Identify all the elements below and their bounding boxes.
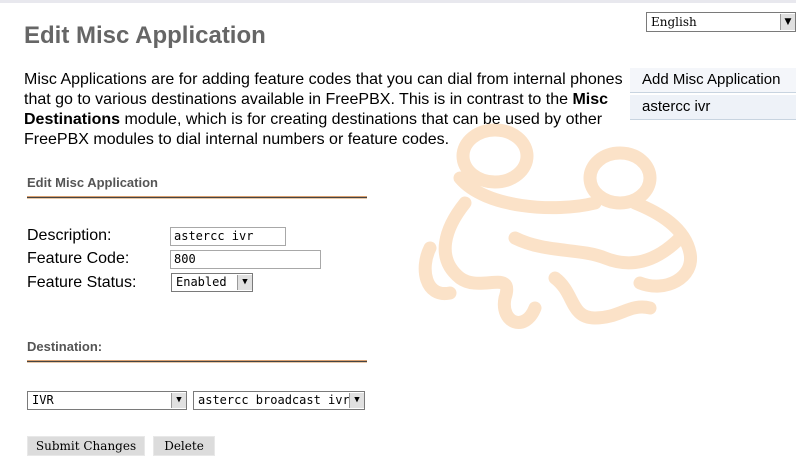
edit-section-title: Edit Misc Application [27, 175, 158, 190]
feature-status-value: Enabled [176, 275, 227, 289]
description-text-1: Misc Applications are for adding feature… [24, 71, 623, 108]
sidebar-item-add-misc-application[interactable]: Add Misc Application [630, 68, 796, 93]
chevron-down-icon[interactable]: ▼ [349, 393, 364, 408]
destination-section-title: Destination: [27, 339, 103, 354]
top-rule [0, 0, 796, 3]
feature-code-input[interactable]: 800 [170, 250, 321, 269]
chevron-down-icon[interactable]: ▼ [171, 393, 186, 408]
description-input[interactable]: astercc ivr [170, 227, 286, 246]
page-title: Edit Misc Application [24, 22, 266, 49]
destination-target-select[interactable]: astercc broadcast ivr ▼ [193, 391, 365, 410]
destination-type-select[interactable]: IVR ▼ [27, 391, 187, 410]
section-divider [27, 196, 367, 199]
destination-type-value: IVR [32, 393, 54, 407]
freepbx-frog-watermark [418, 123, 697, 329]
chevron-down-icon[interactable]: ▼ [780, 14, 795, 30]
feature-status-label: Feature Status: [27, 274, 137, 291]
page-description: Misc Applications are for adding feature… [24, 70, 624, 150]
section-divider [27, 360, 367, 363]
language-select-value: English [651, 15, 697, 29]
delete-button[interactable]: Delete [153, 436, 215, 456]
description-label: Description: [27, 227, 112, 244]
chevron-down-icon[interactable]: ▼ [237, 275, 252, 290]
sidebar-item-astercc-ivr[interactable]: astercc ivr [630, 95, 796, 120]
sidebar-nav: Add Misc Application astercc ivr [630, 68, 796, 122]
feature-code-label: Feature Code: [27, 250, 130, 267]
feature-status-select[interactable]: Enabled ▼ [171, 273, 253, 292]
language-select[interactable]: English ▼ [646, 12, 796, 32]
destination-target-value: astercc broadcast ivr [198, 393, 350, 407]
submit-changes-button[interactable]: Submit Changes [27, 436, 145, 456]
